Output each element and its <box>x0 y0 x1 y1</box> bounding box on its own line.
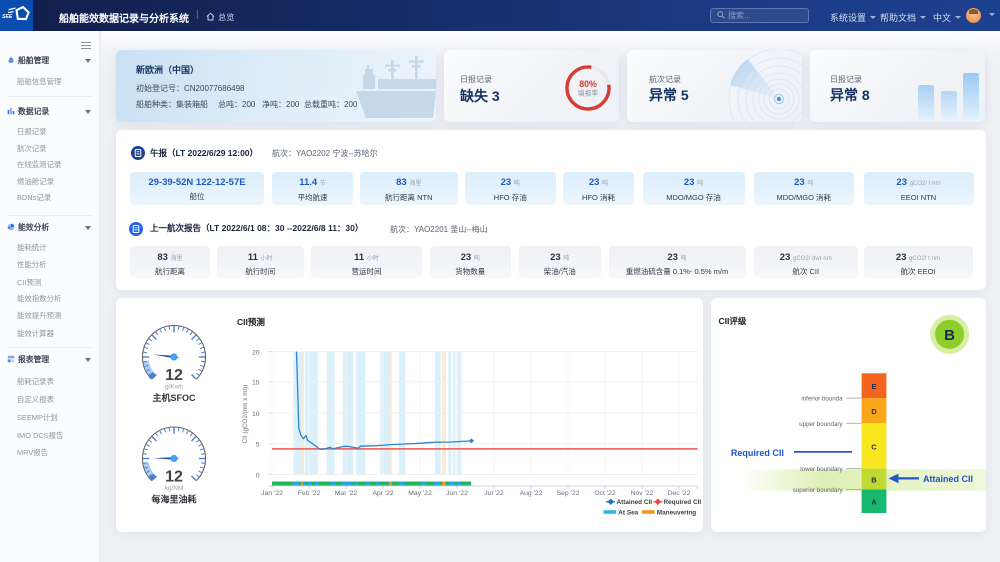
svg-text:C: C <box>871 442 877 451</box>
svg-text:superior boundary: superior boundary <box>793 487 844 494</box>
svg-text:upper boundary: upper boundary <box>799 421 843 428</box>
svg-text:Jan '22: Jan '22 <box>261 490 283 497</box>
svg-text:inferior bounda: inferior bounda <box>801 396 843 403</box>
svg-text:Apr '22: Apr '22 <box>372 490 394 497</box>
svg-text:80%: 80% <box>579 79 597 89</box>
svg-text:D: D <box>871 407 877 416</box>
svg-text:CII (gCO2/(nm x mt)): CII (gCO2/(nm x mt)) <box>242 385 249 444</box>
svg-text:lower boundary: lower boundary <box>800 466 843 473</box>
svg-text:Required CII: Required CII <box>731 448 784 458</box>
svg-text:Mar '22: Mar '22 <box>335 490 358 497</box>
svg-text:Feb '22: Feb '22 <box>298 490 321 497</box>
svg-text:Oct '22: Oct '22 <box>594 490 616 497</box>
svg-text:15: 15 <box>252 380 260 387</box>
svg-text:0: 0 <box>256 472 260 479</box>
svg-text:主机SFOC: 主机SFOC <box>152 392 196 403</box>
svg-text:B: B <box>871 476 877 485</box>
svg-text:10: 10 <box>252 411 260 418</box>
svg-text:5: 5 <box>256 442 260 449</box>
svg-text:g/Kwh: g/Kwh <box>165 384 183 391</box>
svg-text:Maneuvering: Maneuvering <box>657 510 697 517</box>
svg-text:Sep '22: Sep '22 <box>557 490 580 497</box>
svg-text:At Sea: At Sea <box>618 510 638 517</box>
svg-text:May '22: May '22 <box>408 490 432 497</box>
svg-text:E: E <box>871 382 876 391</box>
svg-text:12: 12 <box>165 367 183 384</box>
svg-text:B: B <box>944 327 955 344</box>
svg-text:Attained CII: Attained CII <box>617 499 653 506</box>
svg-text:Nov '22: Nov '22 <box>631 490 654 497</box>
svg-text:Jul '22: Jul '22 <box>484 490 504 497</box>
svg-text:Aug '22: Aug '22 <box>520 490 543 497</box>
svg-text:填报率: 填报率 <box>578 89 599 98</box>
svg-text:Required CII: Required CII <box>664 499 702 506</box>
svg-text:CII评级: CII评级 <box>719 316 747 326</box>
svg-text:Attained CII: Attained CII <box>923 474 973 484</box>
svg-text:Dec '22: Dec '22 <box>668 490 691 497</box>
svg-text:SEE: SEE <box>2 14 13 20</box>
svg-text:CII预测: CII预测 <box>237 317 265 327</box>
svg-text:kg/NM: kg/NM <box>165 485 184 492</box>
svg-text:Jun '22: Jun '22 <box>446 490 468 497</box>
svg-text:A: A <box>871 498 877 507</box>
svg-text:12: 12 <box>165 469 183 486</box>
svg-text:每海里油耗: 每海里油耗 <box>151 494 196 505</box>
svg-text:20: 20 <box>252 349 260 356</box>
